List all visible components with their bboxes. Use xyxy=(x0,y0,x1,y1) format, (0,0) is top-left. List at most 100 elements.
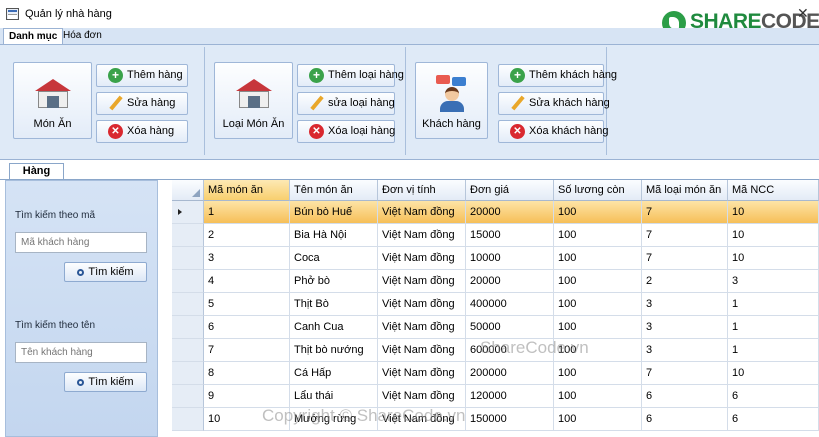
table-cell[interactable]: 3 xyxy=(642,293,728,316)
table-cell[interactable]: 8 xyxy=(204,362,290,385)
table-cell[interactable]: 3 xyxy=(642,339,728,362)
them-khach-hang-button[interactable]: + Thêm khách hàng xyxy=(498,64,617,87)
table-cell[interactable]: Việt Nam đồng xyxy=(378,293,466,316)
table-cell[interactable]: 7 xyxy=(642,362,728,385)
table-cell[interactable]: 400000 xyxy=(466,293,554,316)
tab-danh-muc[interactable]: Danh mục xyxy=(3,28,64,44)
column-header[interactable]: Số lương còn xyxy=(554,180,642,201)
row-header[interactable] xyxy=(172,339,204,362)
table-cell[interactable]: 7 xyxy=(642,201,728,224)
sua-hang-button[interactable]: Sửa hàng xyxy=(96,92,188,115)
row-header[interactable] xyxy=(172,362,204,385)
table-cell[interactable]: 200000 xyxy=(466,362,554,385)
table-cell[interactable]: 2 xyxy=(204,224,290,247)
table-cell[interactable]: 7 xyxy=(642,247,728,270)
xoa-khach-hang-button[interactable]: ✕ Xóa khách hàng xyxy=(498,120,609,143)
row-header[interactable] xyxy=(172,385,204,408)
table-cell[interactable]: 3 xyxy=(642,316,728,339)
table-cell[interactable]: 100 xyxy=(554,408,642,431)
table-cell[interactable]: 1 xyxy=(728,293,819,316)
table-cell[interactable]: 100 xyxy=(554,385,642,408)
table-cell[interactable]: Việt Nam đồng xyxy=(378,316,466,339)
column-header[interactable]: Đơn vị tính xyxy=(378,180,466,201)
xoa-hang-button[interactable]: ✕ Xóa hàng xyxy=(96,120,188,143)
table-cell[interactable]: Việt Nam đồng xyxy=(378,385,466,408)
table-cell[interactable]: 15000 xyxy=(466,224,554,247)
tab-hoa-don[interactable]: Hóa đơn xyxy=(58,28,107,44)
table-cell[interactable]: 100 xyxy=(554,362,642,385)
row-header[interactable] xyxy=(172,293,204,316)
mon-an-button[interactable]: Món Ăn xyxy=(13,62,92,139)
table-cell[interactable]: 100 xyxy=(554,247,642,270)
column-header[interactable]: Mã món ăn xyxy=(204,180,290,201)
table-cell[interactable]: Cá Hấp xyxy=(290,362,378,385)
table-cell[interactable]: 3 xyxy=(204,247,290,270)
row-header[interactable] xyxy=(172,270,204,293)
table-cell[interactable]: 10 xyxy=(728,362,819,385)
table-cell[interactable]: Bia Hà Nội xyxy=(290,224,378,247)
table-cell[interactable]: 6 xyxy=(728,408,819,431)
row-header[interactable] xyxy=(172,201,204,224)
table-cell[interactable]: 6 xyxy=(642,408,728,431)
table-cell[interactable]: 7 xyxy=(642,224,728,247)
table-cell[interactable]: 50000 xyxy=(466,316,554,339)
food-data-grid[interactable]: Mã món ăn Tên món ăn Đơn vị tính Đơn giá Số … xyxy=(172,180,819,437)
table-cell[interactable]: 10 xyxy=(728,201,819,224)
table-cell[interactable]: Việt Nam đồng xyxy=(378,270,466,293)
table-cell[interactable]: 6 xyxy=(728,385,819,408)
table-cell[interactable]: 100 xyxy=(554,224,642,247)
table-cell[interactable]: Coca xyxy=(290,247,378,270)
search-code-input[interactable] xyxy=(15,232,147,253)
table-cell[interactable]: 10 xyxy=(728,247,819,270)
tab-hang[interactable]: Hàng xyxy=(9,163,64,179)
table-cell[interactable]: Việt Nam đồng xyxy=(378,224,466,247)
table-cell[interactable]: 1 xyxy=(728,339,819,362)
table-cell[interactable]: 5 xyxy=(204,293,290,316)
table-cell[interactable]: 10000 xyxy=(466,247,554,270)
table-cell[interactable]: 20000 xyxy=(466,201,554,224)
table-cell[interactable]: Việt Nam đồng xyxy=(378,247,466,270)
column-header[interactable]: Mã loại món ăn xyxy=(642,180,728,201)
table-cell[interactable]: 120000 xyxy=(466,385,554,408)
search-by-code-button[interactable]: Tìm kiếm xyxy=(64,262,147,282)
khach-hang-button[interactable]: Khách hàng xyxy=(415,62,488,139)
table-cell[interactable]: 6 xyxy=(204,316,290,339)
search-name-input[interactable] xyxy=(15,342,147,363)
table-cell[interactable]: Canh Cua xyxy=(290,316,378,339)
table-cell[interactable]: 10 xyxy=(728,224,819,247)
table-cell[interactable]: 2 xyxy=(642,270,728,293)
them-hang-button[interactable]: + Thêm hàng xyxy=(96,64,188,87)
table-cell[interactable]: Lẩu thái xyxy=(290,385,378,408)
column-header[interactable]: Tên món ăn xyxy=(290,180,378,201)
table-cell[interactable]: Bún bò Huế xyxy=(290,201,378,224)
table-cell[interactable]: Phở bò xyxy=(290,270,378,293)
table-cell[interactable]: 20000 xyxy=(466,270,554,293)
table-cell[interactable]: 6 xyxy=(642,385,728,408)
table-cell[interactable]: 150000 xyxy=(466,408,554,431)
table-cell[interactable]: 100 xyxy=(554,293,642,316)
table-cell[interactable]: Việt Nam đồng xyxy=(378,339,466,362)
table-cell[interactable]: Thịt bò nướng xyxy=(290,339,378,362)
table-cell[interactable]: Thịt Bò xyxy=(290,293,378,316)
row-header[interactable] xyxy=(172,408,204,431)
table-cell[interactable]: 9 xyxy=(204,385,290,408)
xoa-loai-hang-button[interactable]: ✕ Xóa loại hàng xyxy=(297,120,395,143)
row-header[interactable] xyxy=(172,316,204,339)
loai-mon-an-button[interactable]: Loại Món Ăn xyxy=(214,62,293,139)
table-cell[interactable]: 7 xyxy=(204,339,290,362)
table-cell[interactable]: 100 xyxy=(554,201,642,224)
table-cell[interactable]: 1 xyxy=(204,201,290,224)
table-cell[interactable]: 100 xyxy=(554,270,642,293)
grid-corner[interactable] xyxy=(172,180,204,201)
close-icon[interactable]: ✕ xyxy=(797,5,809,22)
them-loai-hang-button[interactable]: + Thêm loại hàng xyxy=(297,64,404,87)
table-cell[interactable]: Việt Nam đồng xyxy=(378,201,466,224)
table-cell[interactable]: 100 xyxy=(554,316,642,339)
sua-khach-hang-button[interactable]: Sửa khách hàng xyxy=(498,92,610,115)
row-header[interactable] xyxy=(172,247,204,270)
row-header[interactable] xyxy=(172,224,204,247)
sua-loai-hang-button[interactable]: sửa loại hàng xyxy=(297,92,395,115)
column-header[interactable]: Mã NCC xyxy=(728,180,819,201)
column-header[interactable]: Đơn giá xyxy=(466,180,554,201)
table-cell[interactable]: 1 xyxy=(728,316,819,339)
